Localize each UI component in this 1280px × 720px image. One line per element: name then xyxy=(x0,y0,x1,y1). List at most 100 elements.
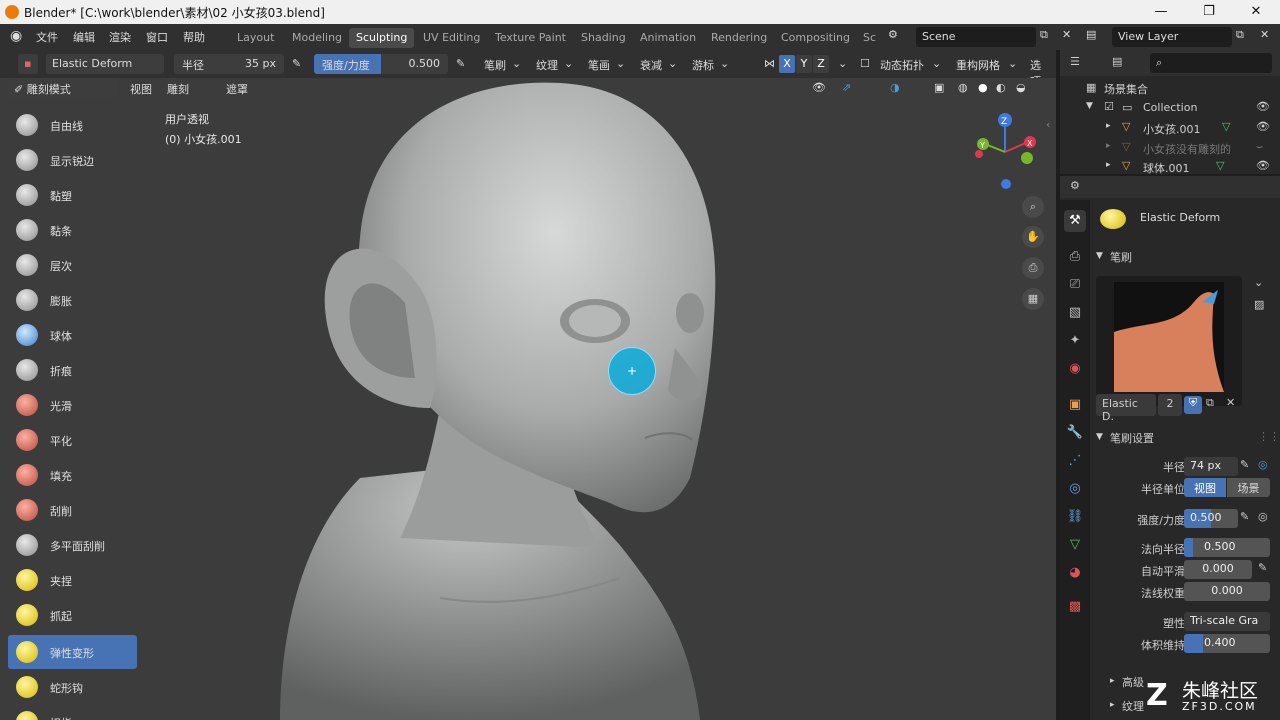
tab-animation[interactable]: Animation xyxy=(633,28,703,48)
advanced-chevron-icon[interactable]: ▸ xyxy=(1110,676,1115,686)
visibility-icon[interactable]: 👁 xyxy=(806,78,832,98)
menu-sculpt[interactable]: 雕刻 xyxy=(161,78,195,98)
tool-flatten[interactable]: 平化 xyxy=(8,423,137,457)
fake-user-shield-icon[interactable]: ⛨ xyxy=(1184,396,1202,414)
menu-render[interactable]: 渲染 xyxy=(109,29,131,45)
display-mode-icon[interactable]: ▤ xyxy=(1112,55,1122,68)
brush-settings-chevron-icon[interactable]: ▼ xyxy=(1096,432,1103,442)
tab-uv-editing[interactable]: UV Editing xyxy=(416,28,487,48)
zoom-icon[interactable]: ⌕ xyxy=(1022,196,1044,218)
dyntopo-checkbox[interactable]: ☐ xyxy=(854,54,876,74)
tool-draw[interactable]: 自由线 xyxy=(8,108,137,142)
brush-panel-title[interactable]: 笔刷 xyxy=(1110,249,1132,265)
brush-color-icon[interactable]: ▪ xyxy=(18,54,38,74)
material-tab-icon[interactable]: ◕ xyxy=(1064,562,1086,584)
menu-view[interactable]: 视图 xyxy=(124,78,158,98)
texture-panel-title[interactable]: 纹理 xyxy=(1122,698,1144,714)
scene-selector-icon[interactable]: ⚙ xyxy=(888,28,898,41)
object-expand-icon[interactable]: ▸ xyxy=(1106,141,1111,151)
collection-label[interactable]: Collection xyxy=(1143,101,1197,114)
perspective-grid-icon[interactable]: ▦ xyxy=(1022,288,1044,310)
tool-grab[interactable]: 抓起 xyxy=(8,598,137,632)
remesh-chevron-icon[interactable]: ⌄ xyxy=(1002,54,1023,74)
tool-snake-hook[interactable]: 蛇形钩 xyxy=(8,670,137,704)
tab-shading[interactable]: Shading xyxy=(574,28,633,48)
material-shading-icon[interactable]: ◐ xyxy=(990,78,1012,98)
output-tab-icon[interactable]: ⎚ xyxy=(1064,274,1086,296)
tab-texture-paint[interactable]: Texture Paint xyxy=(488,28,573,48)
scene-field[interactable]: Scene xyxy=(916,27,1036,47)
girl-visibility-icon[interactable]: 👁 xyxy=(1256,120,1270,133)
radius-unit-globe-icon[interactable]: ◎ xyxy=(1258,458,1268,471)
tool-smooth[interactable]: 光滑 xyxy=(8,388,137,422)
collection-visibility-icon[interactable]: 👁 xyxy=(1256,100,1270,113)
outliner-item-sphere[interactable]: 球体.001 xyxy=(1143,160,1190,176)
strength-pressure-toggle-icon[interactable]: ✎ xyxy=(1240,510,1249,523)
object-tab-icon[interactable]: ▣ xyxy=(1064,394,1086,416)
object-expand-icon[interactable]: ▸ xyxy=(1106,160,1111,170)
menu-edit[interactable]: 编辑 xyxy=(73,29,95,45)
duplicate-brush-icon[interactable]: ⧉ xyxy=(1206,396,1214,410)
collection-expand-icon[interactable]: ▼ xyxy=(1086,101,1093,111)
radius-pressure-icon[interactable]: ✎ xyxy=(286,54,307,74)
radius-unit-scene-button[interactable]: 场景 xyxy=(1227,478,1270,497)
scene-collection-label[interactable]: 场景集合 xyxy=(1104,81,1148,97)
stroke-chevron-icon[interactable]: ⌄ xyxy=(610,54,631,74)
sidebar-toggle-icon[interactable]: ‹ xyxy=(1046,118,1050,131)
properties-editor-type-icon[interactable]: ⚙ xyxy=(1070,179,1080,192)
tab-compositing[interactable]: Compositing xyxy=(774,28,857,48)
tool-elastic-deform[interactable]: 弹性变形 xyxy=(8,635,137,669)
tab-modeling[interactable]: Modeling xyxy=(285,28,349,48)
scene-tab-icon[interactable]: ✦ xyxy=(1064,330,1086,352)
maximize-button[interactable]: ❐ xyxy=(1194,2,1224,22)
menu-window[interactable]: 窗口 xyxy=(146,29,168,45)
texture-chevron-icon[interactable]: ▸ xyxy=(1110,700,1115,710)
particles-tab-icon[interactable]: ⋰ xyxy=(1064,450,1086,472)
tool-crease[interactable]: 折痕 xyxy=(8,353,137,387)
hidden-icon[interactable]: ⌣ xyxy=(1256,140,1263,154)
physics-tab-icon[interactable]: ◎ xyxy=(1064,478,1086,500)
strength-slider[interactable]: 强度/力度 0.500 xyxy=(314,54,448,74)
world-tab-icon[interactable]: ◉ xyxy=(1064,358,1086,380)
tool-fill[interactable]: 填充 xyxy=(8,458,137,492)
menu-file[interactable]: 文件 xyxy=(36,29,58,45)
brush-preview-image-icon[interactable]: ▨ xyxy=(1254,298,1264,311)
sphere-visibility-icon[interactable]: 👁 xyxy=(1256,159,1270,172)
symmetry-icon[interactable]: ⋈ xyxy=(758,54,781,74)
blender-menu-icon[interactable]: ◉ xyxy=(10,28,22,44)
texture-tab-icon[interactable]: ▩ xyxy=(1064,596,1086,618)
new-view-layer-icon[interactable]: ⧉ xyxy=(1236,28,1244,42)
data-tab-icon[interactable]: ▽ xyxy=(1064,534,1086,556)
view-layer-tab-icon[interactable]: ▧ xyxy=(1064,302,1086,324)
cursor-chevron-icon[interactable]: ⌄ xyxy=(714,54,735,74)
tool-tab-icon[interactable]: ⚒ xyxy=(1064,210,1086,232)
volume-preservation-field[interactable]: 0.400 xyxy=(1184,634,1270,653)
tool-draw-sharp[interactable]: 显示锐边 xyxy=(8,143,137,177)
close-button[interactable]: ✕ xyxy=(1241,2,1271,22)
editor-type-icon[interactable]: ☰ xyxy=(1070,55,1080,68)
brush-user-count[interactable]: 2 xyxy=(1158,394,1182,416)
tool-scrape[interactable]: 刮削 xyxy=(8,493,137,527)
texture-chevron-icon[interactable]: ⌄ xyxy=(558,54,579,74)
radius-slider[interactable]: 半径 35 px xyxy=(174,54,284,74)
constraints-tab-icon[interactable]: ⛓ xyxy=(1064,506,1086,528)
menu-help[interactable]: 帮助 xyxy=(183,29,205,45)
view-layer-field[interactable]: View Layer xyxy=(1112,27,1232,47)
tool-layer[interactable]: 层次 xyxy=(8,248,137,282)
autosmooth-field[interactable]: 0.000 xyxy=(1184,560,1252,579)
xray-icon[interactable]: ▣ xyxy=(928,78,950,98)
tool-pinch[interactable]: 夹捏 xyxy=(8,563,137,597)
symmetry-chevron-icon[interactable]: ⌄ xyxy=(832,54,853,74)
new-scene-icon[interactable]: ⧉ xyxy=(1040,28,1048,42)
rendered-shading-icon[interactable]: ◒ xyxy=(1010,78,1032,98)
tab-overflow[interactable]: Sc xyxy=(856,28,883,48)
radius-pressure-toggle-icon[interactable]: ✎ xyxy=(1240,458,1249,471)
tool-inflate[interactable]: 膨胀 xyxy=(8,283,137,317)
tab-sculpting[interactable]: Sculpting xyxy=(349,28,415,48)
camera-view-icon[interactable]: ⎙ xyxy=(1022,257,1044,279)
menu-mask[interactable]: 遮罩 xyxy=(220,78,254,98)
brush-slot-field[interactable]: Elastic D. xyxy=(1096,394,1156,423)
gizmo-icon[interactable]: ⇗ xyxy=(836,78,857,98)
unlink-brush-icon[interactable]: ✕ xyxy=(1226,396,1235,409)
normal-weight-field[interactable]: 0.000 xyxy=(1184,582,1270,601)
